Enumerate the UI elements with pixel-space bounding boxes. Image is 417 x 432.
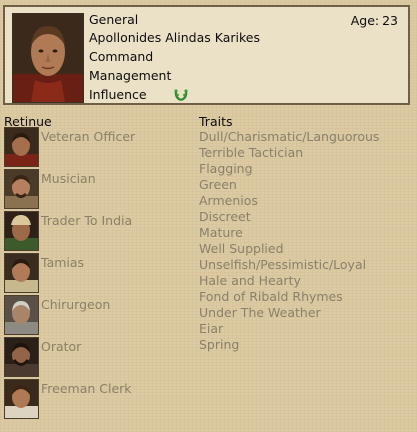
trait-item[interactable]: Under The Weather bbox=[199, 305, 379, 321]
trait-item[interactable]: Well Supplied bbox=[199, 241, 379, 257]
general-info-panel: General Age: 23 Apollonides Alindas Karik… bbox=[3, 5, 410, 105]
trait-item[interactable]: Fond of Ribald Rhymes bbox=[199, 289, 379, 305]
management-label: Management bbox=[89, 68, 172, 83]
trait-item[interactable]: Hale and Hearty bbox=[199, 273, 379, 289]
retinue-item-trader-to-india[interactable]: Trader To India bbox=[4, 211, 199, 251]
trait-item[interactable]: Green bbox=[199, 177, 379, 193]
retinue-portrait bbox=[4, 379, 39, 419]
trait-item[interactable]: Mature bbox=[199, 225, 379, 241]
retinue-portrait bbox=[4, 127, 39, 167]
retinue-portrait bbox=[4, 337, 39, 377]
retinue-item-veteran-officer[interactable]: Veteran Officer bbox=[4, 127, 199, 167]
age-value: 23 bbox=[382, 13, 398, 28]
command-label: Command bbox=[89, 49, 154, 64]
retinue-portrait bbox=[4, 169, 39, 209]
trait-item[interactable]: Unselfish/Pessimistic/Loyal bbox=[199, 257, 379, 273]
general-name: Apollonides Alindas Karikes bbox=[89, 30, 260, 45]
trait-item[interactable]: Flagging bbox=[199, 161, 379, 177]
retinue-item-freeman-clerk[interactable]: Freeman Clerk bbox=[4, 379, 199, 419]
traits-heading: Traits bbox=[199, 114, 233, 129]
general-title: General bbox=[89, 12, 139, 27]
trait-item[interactable]: Discreet bbox=[199, 209, 379, 225]
age-label: Age: bbox=[350, 13, 380, 28]
retinue-portrait bbox=[4, 295, 39, 335]
retinue-item-orator[interactable]: Orator bbox=[4, 337, 199, 377]
trait-item[interactable]: Terrible Tactician bbox=[199, 145, 379, 161]
retinue-item-musician[interactable]: Musician bbox=[4, 169, 199, 209]
retinue-label: Orator bbox=[41, 339, 82, 354]
general-portrait[interactable] bbox=[12, 13, 84, 103]
retinue-item-chirurgeon[interactable]: Chirurgeon bbox=[4, 295, 199, 335]
retinue-label: Freeman Clerk bbox=[41, 381, 132, 396]
trait-item[interactable]: Eiar bbox=[199, 321, 379, 337]
trait-item[interactable]: Spring bbox=[199, 337, 379, 353]
influence-label: Influence bbox=[89, 87, 147, 102]
retinue-label: Chirurgeon bbox=[41, 297, 111, 312]
retinue-label: Tamias bbox=[41, 255, 85, 270]
retinue-label: Musician bbox=[41, 171, 96, 186]
traits-list: Dull/Charismatic/Languorous Terrible Tac… bbox=[199, 129, 379, 353]
retinue-item-tamias[interactable]: Tamias bbox=[4, 253, 199, 293]
trait-item[interactable]: Armenios bbox=[199, 193, 379, 209]
laurel-wreath-icon bbox=[174, 89, 188, 102]
retinue-label: Trader To India bbox=[41, 213, 133, 228]
retinue-portrait bbox=[4, 211, 39, 251]
age-display: Age: 23 bbox=[348, 13, 398, 28]
retinue-label: Veteran Officer bbox=[41, 129, 136, 144]
trait-item[interactable]: Dull/Charismatic/Languorous bbox=[199, 129, 379, 145]
retinue-portrait bbox=[4, 253, 39, 293]
